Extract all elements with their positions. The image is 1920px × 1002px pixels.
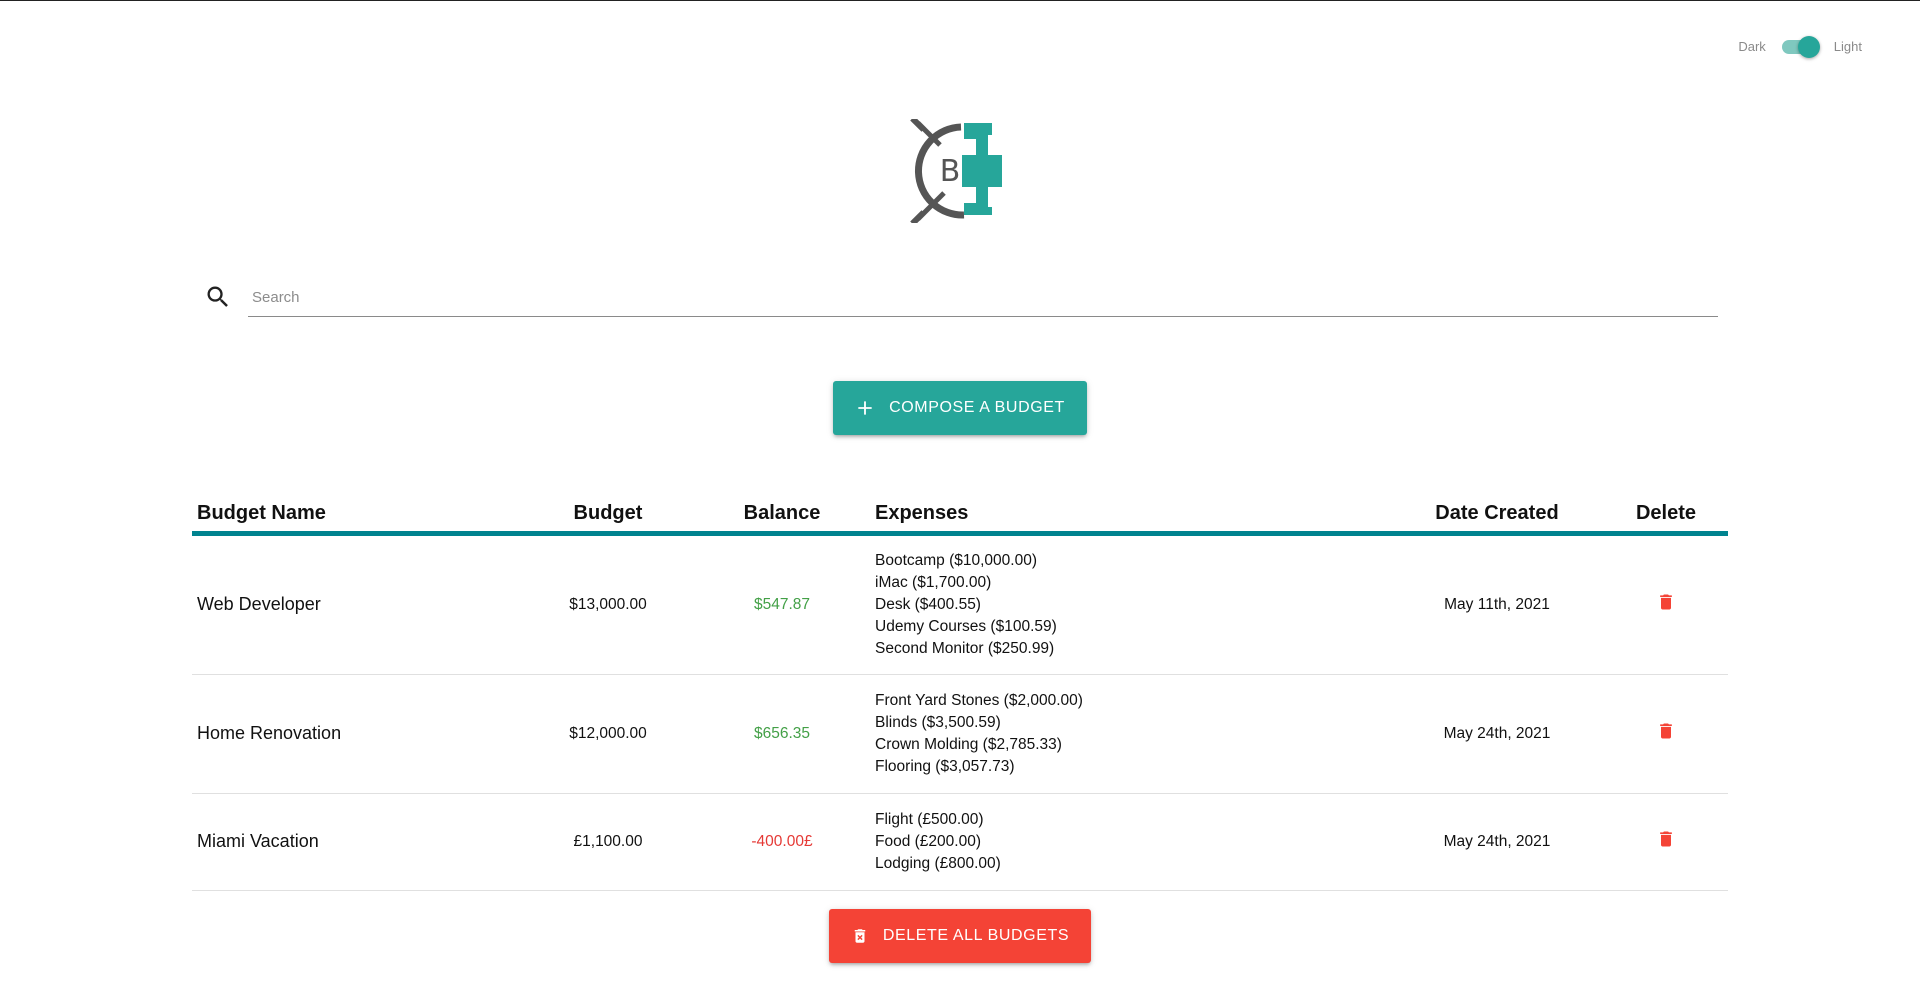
expenses-cell: Bootcamp ($10,000.00) iMac ($1,700.00) D… [870, 533, 1390, 675]
expense-item: Flight (£500.00) [875, 810, 984, 828]
expense-item: Desk ($400.55) [875, 595, 981, 613]
delete-all-label: Delete all budgets [882, 927, 1070, 944]
trash-x-icon [854, 929, 866, 943]
expense-item: Front Yard Stones ($2,000.00) [875, 691, 1083, 709]
search-icon [207, 286, 228, 307]
expense-item: Crown Molding ($2,785.33) [875, 735, 1062, 753]
expense-item: Lodging (£800.00) [875, 854, 1001, 872]
expenses-cell: Front Yard Stones ($2,000.00) Blinds ($3… [870, 674, 1390, 794]
logo-letter: B [940, 154, 961, 189]
budget-amount-cell: $12,000.00 [522, 674, 694, 794]
header-budget: Budget [522, 497, 694, 536]
search-input[interactable] [248, 279, 1718, 317]
header-date-created: Date Created [1390, 497, 1604, 536]
balance-cell: $656.35 [694, 674, 870, 794]
expense-item: Food (£200.00) [875, 832, 981, 850]
expense-list: Flight (£500.00) Food (£200.00) Lodging … [875, 809, 1385, 875]
expense-item: Udemy Courses ($100.59) [875, 617, 1057, 635]
header-delete: Delete [1604, 497, 1728, 536]
date-created-cell: May 24th, 2021 [1390, 674, 1604, 794]
budget-amount-cell: £1,100.00 [522, 793, 694, 891]
budget-name-cell: Miami Vacation [192, 793, 522, 891]
expense-item: Second Monitor ($250.99) [875, 639, 1055, 657]
expense-list: Bootcamp ($10,000.00) iMac ($1,700.00) D… [875, 550, 1385, 660]
budgets-table-container: Budget Name Budget Balance Expenses Date… [192, 497, 1728, 891]
delete-cell [1604, 533, 1728, 675]
table-row: Home Renovation $12,000.00 $656.35 Front… [192, 674, 1728, 794]
theme-toggle: Dark Light [1738, 35, 1862, 58]
plus-icon [858, 401, 872, 415]
delete-cell [1604, 674, 1728, 794]
table-row: Web Developer $13,000.00 $547.87 Bootcam… [192, 533, 1728, 675]
switch-thumb[interactable] [1797, 36, 1820, 58]
search-bar [204, 279, 1718, 319]
balance-cell: $547.87 [694, 533, 870, 675]
budget-amount-cell: $13,000.00 [522, 533, 694, 675]
budget-name-cell: Home Renovation [192, 674, 522, 794]
trash-icon[interactable] [1656, 828, 1676, 850]
table-header-row: Budget Name Budget Balance Expenses Date… [192, 497, 1728, 536]
trash-icon[interactable] [1656, 591, 1676, 613]
expenses-cell: Flight (£500.00) Food (£200.00) Lodging … [870, 793, 1390, 891]
light-label: Light [1833, 38, 1862, 54]
header-budget-name: Budget Name [192, 497, 522, 536]
expense-item: Blinds ($3,500.59) [875, 713, 1001, 731]
date-created-cell: May 24th, 2021 [1390, 793, 1604, 891]
balance-cell: -400.00£ [694, 793, 870, 891]
expense-list: Front Yard Stones ($2,000.00) Blinds ($3… [875, 690, 1385, 778]
header-balance: Balance [694, 497, 870, 536]
date-created-cell: May 11th, 2021 [1390, 533, 1604, 675]
table-row: Miami Vacation £1,100.00 -400.00£ Flight… [192, 793, 1728, 891]
trash-icon[interactable] [1656, 720, 1676, 742]
delete-all-budgets-button[interactable]: Delete all budgets [829, 909, 1091, 963]
expense-item: Flooring ($3,057.73) [875, 757, 1015, 775]
expense-item: Bootcamp ($10,000.00) [875, 551, 1037, 569]
dark-label: Dark [1738, 38, 1766, 54]
budgets-table: Budget Name Budget Balance Expenses Date… [192, 497, 1728, 891]
app-logo: B [910, 119, 1002, 223]
budget-name-cell: Web Developer [192, 533, 522, 675]
delete-cell [1604, 793, 1728, 891]
compose-budget-label: Compose a budget [889, 399, 1065, 416]
compose-budget-button[interactable]: Compose a budget [833, 381, 1087, 435]
header-expenses: Expenses [870, 497, 1390, 536]
theme-switch[interactable] [1780, 35, 1820, 58]
expense-item: iMac ($1,700.00) [875, 573, 992, 591]
